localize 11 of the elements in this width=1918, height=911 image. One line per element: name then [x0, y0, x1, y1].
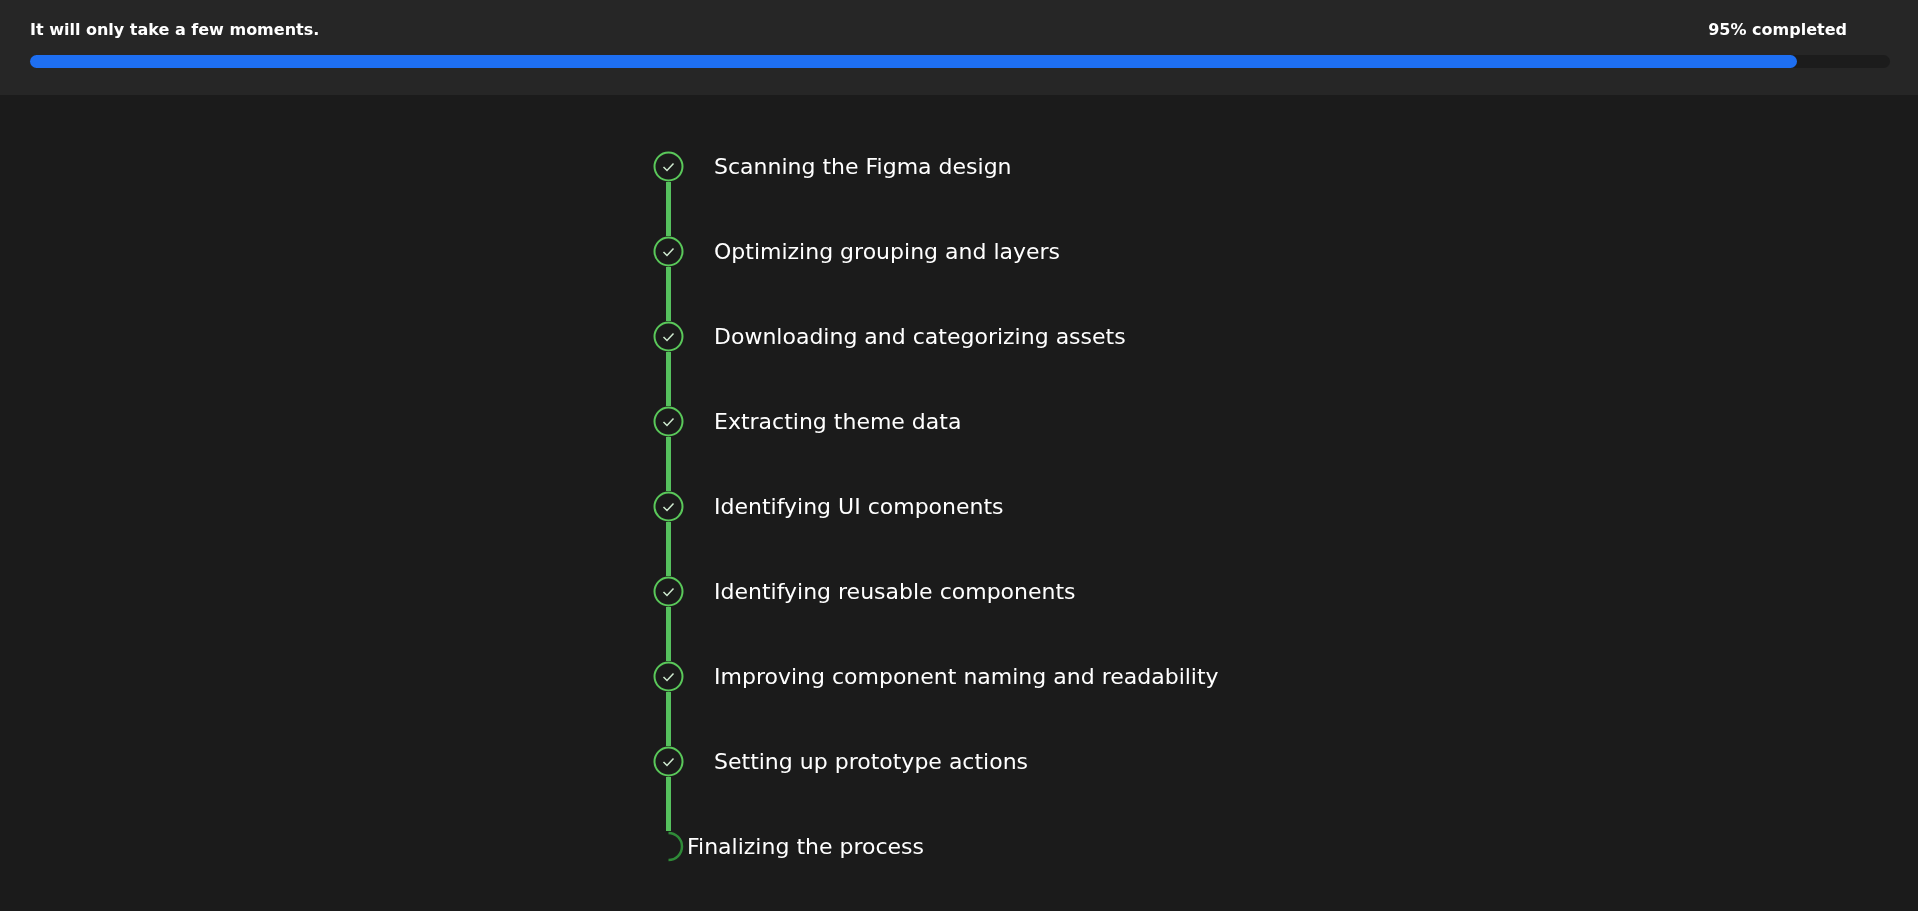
step-label: Setting up prototype actions	[714, 748, 1029, 776]
step-label: Optimizing grouping and layers	[714, 238, 1061, 266]
step-label: Extracting theme data	[714, 408, 962, 436]
progress-percentage: 95% completed	[1708, 20, 1847, 39]
step-label: Finalizing the process	[687, 833, 924, 861]
step-label: Identifying reusable components	[714, 578, 1076, 606]
step-label: Scanning the Figma design	[714, 153, 1012, 181]
step-label: Improving component naming and readability	[714, 663, 1219, 691]
step-label: Identifying UI components	[714, 493, 1004, 521]
progress-message: It will only take a few moments.	[30, 20, 320, 39]
step-label: Downloading and categorizing assets	[714, 323, 1126, 351]
